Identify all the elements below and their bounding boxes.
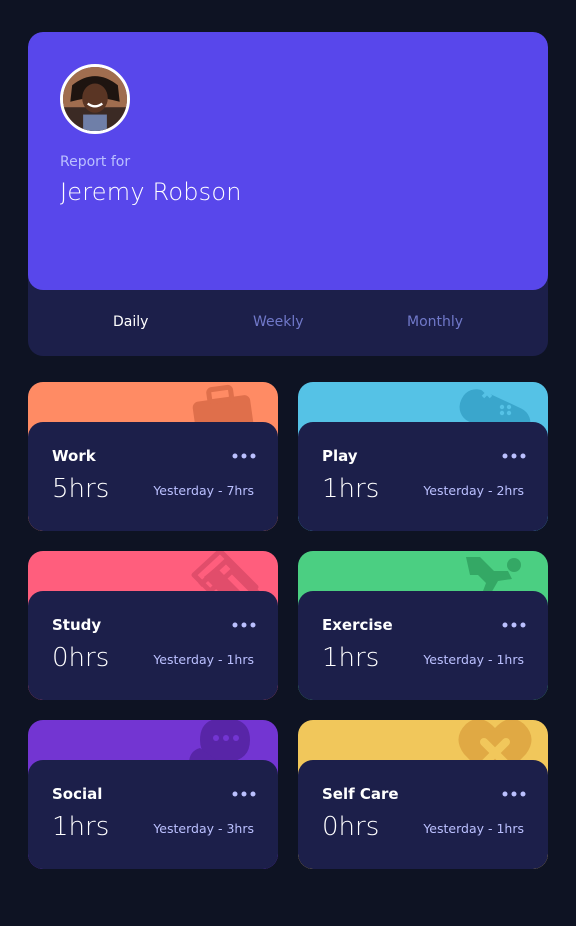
profile-header: Report for Jeremy Robson [28, 32, 548, 290]
activity-previous-hours: Yesterday - 1hrs [423, 821, 524, 836]
activity-previous-hours: Yesterday - 1hrs [423, 652, 524, 667]
user-name: Jeremy Robson [60, 178, 242, 206]
activity-card-play: Play 1hrs Yesterday - 2hrs [298, 382, 548, 531]
activity-card-work: Work 5hrs Yesterday - 7hrs [28, 382, 278, 531]
activity-current-hours: 0hrs [322, 812, 380, 842]
activity-current-hours: 1hrs [322, 474, 380, 504]
tab-weekly[interactable]: Weekly [253, 314, 304, 330]
activity-card-study: Study 0hrs Yesterday - 1hrs [28, 551, 278, 700]
activity-card-study-body[interactable]: Study 0hrs Yesterday - 1hrs [28, 591, 278, 700]
activity-current-hours: 0hrs [52, 643, 110, 673]
activity-title: Exercise [322, 616, 393, 634]
activity-previous-hours: Yesterday - 2hrs [423, 483, 524, 498]
activity-title: Self Care [322, 785, 399, 803]
report-for-label: Report for [60, 154, 131, 170]
ellipsis-icon[interactable] [502, 452, 526, 460]
activity-previous-hours: Yesterday - 3hrs [153, 821, 254, 836]
activity-card-work-body[interactable]: Work 5hrs Yesterday - 7hrs [28, 422, 278, 531]
ellipsis-icon[interactable] [232, 790, 256, 798]
activity-card-exercise-body[interactable]: Exercise 1hrs Yesterday - 1hrs [298, 591, 548, 700]
activity-card-social-body[interactable]: Social 1hrs Yesterday - 3hrs [28, 760, 278, 869]
ellipsis-icon[interactable] [502, 790, 526, 798]
activity-card-self-care: Self Care 0hrs Yesterday - 1hrs [298, 720, 548, 869]
tab-daily[interactable]: Daily [113, 314, 148, 330]
activity-title: Study [52, 616, 102, 634]
activity-previous-hours: Yesterday - 1hrs [153, 652, 254, 667]
activity-title: Work [52, 447, 96, 465]
tab-monthly[interactable]: Monthly [407, 314, 463, 330]
activity-current-hours: 1hrs [322, 643, 380, 673]
ellipsis-icon[interactable] [232, 452, 256, 460]
activity-previous-hours: Yesterday - 7hrs [153, 483, 254, 498]
activity-current-hours: 1hrs [52, 812, 110, 842]
profile-card: Report for Jeremy Robson Daily Weekly Mo… [28, 32, 548, 356]
activity-card-self-care-body[interactable]: Self Care 0hrs Yesterday - 1hrs [298, 760, 548, 869]
timeframe-tabs: Daily Weekly Monthly [28, 290, 548, 356]
activity-title: Social [52, 785, 103, 803]
activity-current-hours: 5hrs [52, 474, 110, 504]
ellipsis-icon[interactable] [502, 621, 526, 629]
ellipsis-icon[interactable] [232, 621, 256, 629]
avatar [60, 64, 130, 134]
activity-title: Play [322, 447, 358, 465]
activity-card-play-body[interactable]: Play 1hrs Yesterday - 2hrs [298, 422, 548, 531]
activity-card-social: Social 1hrs Yesterday - 3hrs [28, 720, 278, 869]
activity-card-exercise: Exercise 1hrs Yesterday - 1hrs [298, 551, 548, 700]
